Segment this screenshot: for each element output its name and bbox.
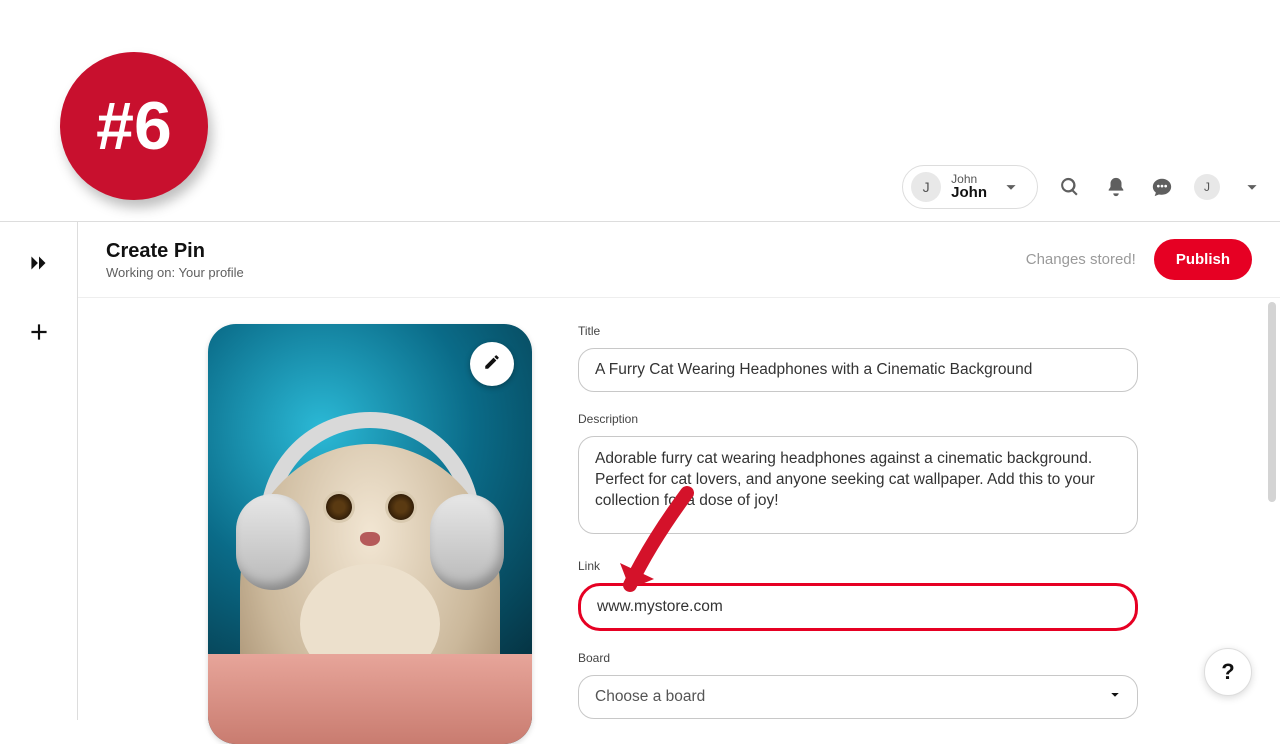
avatar-initial: J: [923, 179, 930, 195]
account-avatar[interactable]: J: [1194, 174, 1220, 200]
page-header: Create Pin Working on: Your profile Chan…: [78, 222, 1280, 298]
header-right: Changes stored! Publish: [1026, 239, 1252, 280]
chevron-down-icon: [997, 173, 1025, 201]
account-avatar-initial: J: [1204, 180, 1210, 194]
top-right-controls: J John John J: [902, 165, 1266, 209]
edit-image-button[interactable]: [470, 342, 514, 386]
page-subtitle: Working on: Your profile: [106, 265, 244, 280]
link-input[interactable]: [578, 583, 1138, 631]
description-label: Description: [578, 412, 1138, 426]
help-icon: ?: [1221, 659, 1234, 685]
account-menu-chevron-icon[interactable]: [1238, 173, 1266, 201]
pin-image-column: [208, 324, 532, 720]
title-input[interactable]: [578, 348, 1138, 392]
header-left: Create Pin Working on: Your profile: [106, 240, 244, 280]
link-label: Link: [578, 559, 1138, 573]
left-rail: [0, 222, 78, 720]
save-status: Changes stored!: [1026, 251, 1136, 268]
profile-switcher[interactable]: J John John: [902, 165, 1038, 209]
avatar: J: [911, 172, 941, 202]
pin-image-preview[interactable]: [208, 324, 532, 744]
page-title: Create Pin: [106, 240, 244, 263]
board-label: Board: [578, 651, 1138, 665]
expand-rail-icon[interactable]: [26, 250, 52, 281]
step-number-text: #6: [96, 87, 172, 165]
pin-form: Title Description Link Board: [578, 324, 1138, 720]
title-label: Title: [578, 324, 1138, 338]
profile-label-main: John: [951, 185, 987, 201]
search-icon[interactable]: [1056, 173, 1084, 201]
main-area: Title Description Link Board: [78, 298, 1280, 720]
add-pin-icon[interactable]: [26, 319, 52, 350]
description-input[interactable]: [578, 436, 1138, 534]
chat-icon[interactable]: [1148, 173, 1176, 201]
step-number-badge: #6: [60, 52, 208, 200]
profile-text: John John: [951, 173, 987, 201]
publish-button[interactable]: Publish: [1154, 239, 1252, 280]
board-select[interactable]: [578, 675, 1138, 719]
help-button[interactable]: ?: [1204, 648, 1252, 696]
bell-icon[interactable]: [1102, 173, 1130, 201]
scrollbar[interactable]: [1268, 302, 1276, 502]
pencil-icon: [483, 353, 501, 376]
